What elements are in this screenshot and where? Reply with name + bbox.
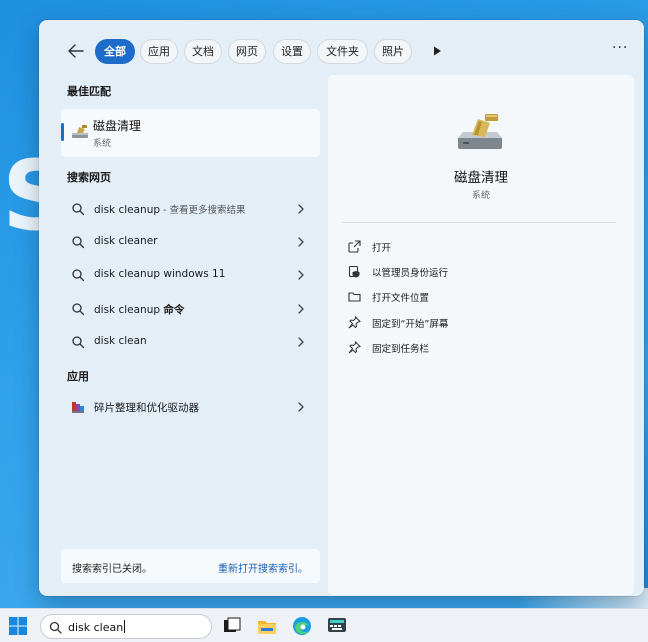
search-value: disk clean bbox=[68, 620, 126, 634]
web-result-row[interactable]: disk cleanup 命令 bbox=[61, 294, 320, 324]
pin-icon bbox=[348, 341, 361, 354]
search-icon bbox=[72, 269, 85, 282]
search-icon bbox=[72, 236, 85, 249]
edge-icon[interactable] bbox=[291, 615, 313, 637]
web-result-text: disk cleanup 命令 bbox=[94, 304, 185, 316]
action-run-as-admin[interactable]: 以管理员身份运行 bbox=[348, 262, 618, 282]
web-result-row[interactable]: disk cleanup windows 11 bbox=[61, 260, 320, 290]
play-more-icon[interactable] bbox=[431, 45, 443, 57]
apps-heading: 应用 bbox=[67, 370, 89, 383]
open-external-icon bbox=[348, 240, 361, 253]
filter-bar: 全部 应用 文档 网页 设置 文件夹 照片 ··· bbox=[39, 20, 644, 74]
action-open-file-location[interactable]: 打开文件位置 bbox=[348, 287, 618, 307]
search-index-notice: 搜索索引已关闭。 重新打开搜索索引。 bbox=[61, 549, 320, 583]
best-match-item[interactable]: 磁盘清理 系统 bbox=[61, 109, 320, 157]
detail-subtitle: 系统 bbox=[471, 191, 490, 201]
action-label: 固定到“开始”屏幕 bbox=[372, 319, 449, 330]
action-label: 打开文件位置 bbox=[372, 293, 430, 304]
best-match-name: 磁盘清理 bbox=[93, 119, 142, 133]
selection-indicator bbox=[61, 123, 64, 141]
chevron-right-icon bbox=[298, 237, 304, 247]
taskbar-search-input[interactable]: disk clean bbox=[40, 614, 212, 639]
app-result-row[interactable]: 碎片整理和优化驱动器 bbox=[61, 392, 320, 422]
chevron-right-icon bbox=[298, 270, 304, 280]
action-label: 打开 bbox=[372, 243, 392, 254]
web-result-row[interactable]: disk clean bbox=[61, 327, 320, 357]
detail-pane: 磁盘清理 系统 打开 以管理员身份运行 打开文件位置 固定到“开始”屏幕 固定到… bbox=[328, 75, 634, 595]
windows-start-icon[interactable] bbox=[9, 617, 27, 635]
detail-title: 磁盘清理 bbox=[454, 170, 508, 186]
chevron-right-icon bbox=[298, 402, 304, 412]
detail-divider bbox=[342, 222, 616, 223]
chevron-right-icon bbox=[298, 337, 304, 347]
keyboard-app-icon[interactable] bbox=[326, 615, 348, 637]
more-options-button[interactable]: ··· bbox=[612, 40, 628, 56]
tab-documents[interactable]: 文档 bbox=[184, 39, 222, 64]
action-pin-to-start[interactable]: 固定到“开始”屏幕 bbox=[348, 313, 618, 333]
web-result-row[interactable]: disk cleanup - 查看更多搜索结果 bbox=[61, 194, 320, 224]
web-result-text: disk cleanup windows 11 bbox=[94, 268, 226, 280]
folder-icon bbox=[348, 292, 361, 302]
file-explorer-icon[interactable] bbox=[256, 615, 278, 637]
web-result-row[interactable]: disk cleaner bbox=[61, 227, 320, 257]
search-icon bbox=[72, 303, 85, 316]
app-result-name: 碎片整理和优化驱动器 bbox=[94, 402, 199, 414]
back-button[interactable] bbox=[65, 40, 87, 62]
reopen-index-link[interactable]: 重新打开搜索索引。 bbox=[218, 560, 308, 575]
taskbar: disk clean bbox=[0, 608, 648, 642]
chevron-right-icon bbox=[298, 304, 304, 314]
web-result-text: disk cleanup - 查看更多搜索结果 bbox=[94, 204, 246, 216]
disk-cleanup-icon bbox=[72, 125, 88, 138]
tab-photos[interactable]: 照片 bbox=[374, 39, 412, 64]
action-label: 固定到任务栏 bbox=[372, 344, 430, 355]
defrag-icon bbox=[72, 402, 84, 413]
tab-all[interactable]: 全部 bbox=[95, 39, 135, 64]
tab-web[interactable]: 网页 bbox=[228, 39, 266, 64]
search-icon bbox=[49, 621, 62, 634]
index-off-message: 搜索索引已关闭。 bbox=[72, 564, 152, 575]
tab-apps[interactable]: 应用 bbox=[140, 39, 178, 64]
action-pin-to-taskbar[interactable]: 固定到任务栏 bbox=[348, 338, 618, 358]
chevron-right-icon bbox=[298, 204, 304, 214]
tab-settings[interactable]: 设置 bbox=[273, 39, 311, 64]
web-result-text: disk cleaner bbox=[94, 235, 158, 247]
web-search-heading: 搜索网页 bbox=[67, 171, 111, 184]
tab-folders[interactable]: 文件夹 bbox=[317, 39, 368, 64]
best-match-heading: 最佳匹配 bbox=[67, 85, 111, 98]
search-panel: 全部 应用 文档 网页 设置 文件夹 照片 ··· 最佳匹配 磁盘清理 系统 搜… bbox=[39, 20, 644, 596]
disk-cleanup-icon bbox=[458, 114, 502, 149]
web-result-text: disk clean bbox=[94, 335, 147, 347]
pin-icon bbox=[348, 316, 361, 329]
arrow-left-icon bbox=[68, 44, 84, 58]
search-icon bbox=[72, 336, 85, 349]
task-view-icon[interactable] bbox=[221, 615, 243, 637]
shield-admin-icon bbox=[348, 265, 360, 278]
search-icon bbox=[72, 203, 85, 216]
best-match-type: 系统 bbox=[93, 139, 112, 149]
text-caret bbox=[124, 620, 126, 633]
action-open[interactable]: 打开 bbox=[348, 237, 618, 257]
action-label: 以管理员身份运行 bbox=[372, 268, 449, 279]
